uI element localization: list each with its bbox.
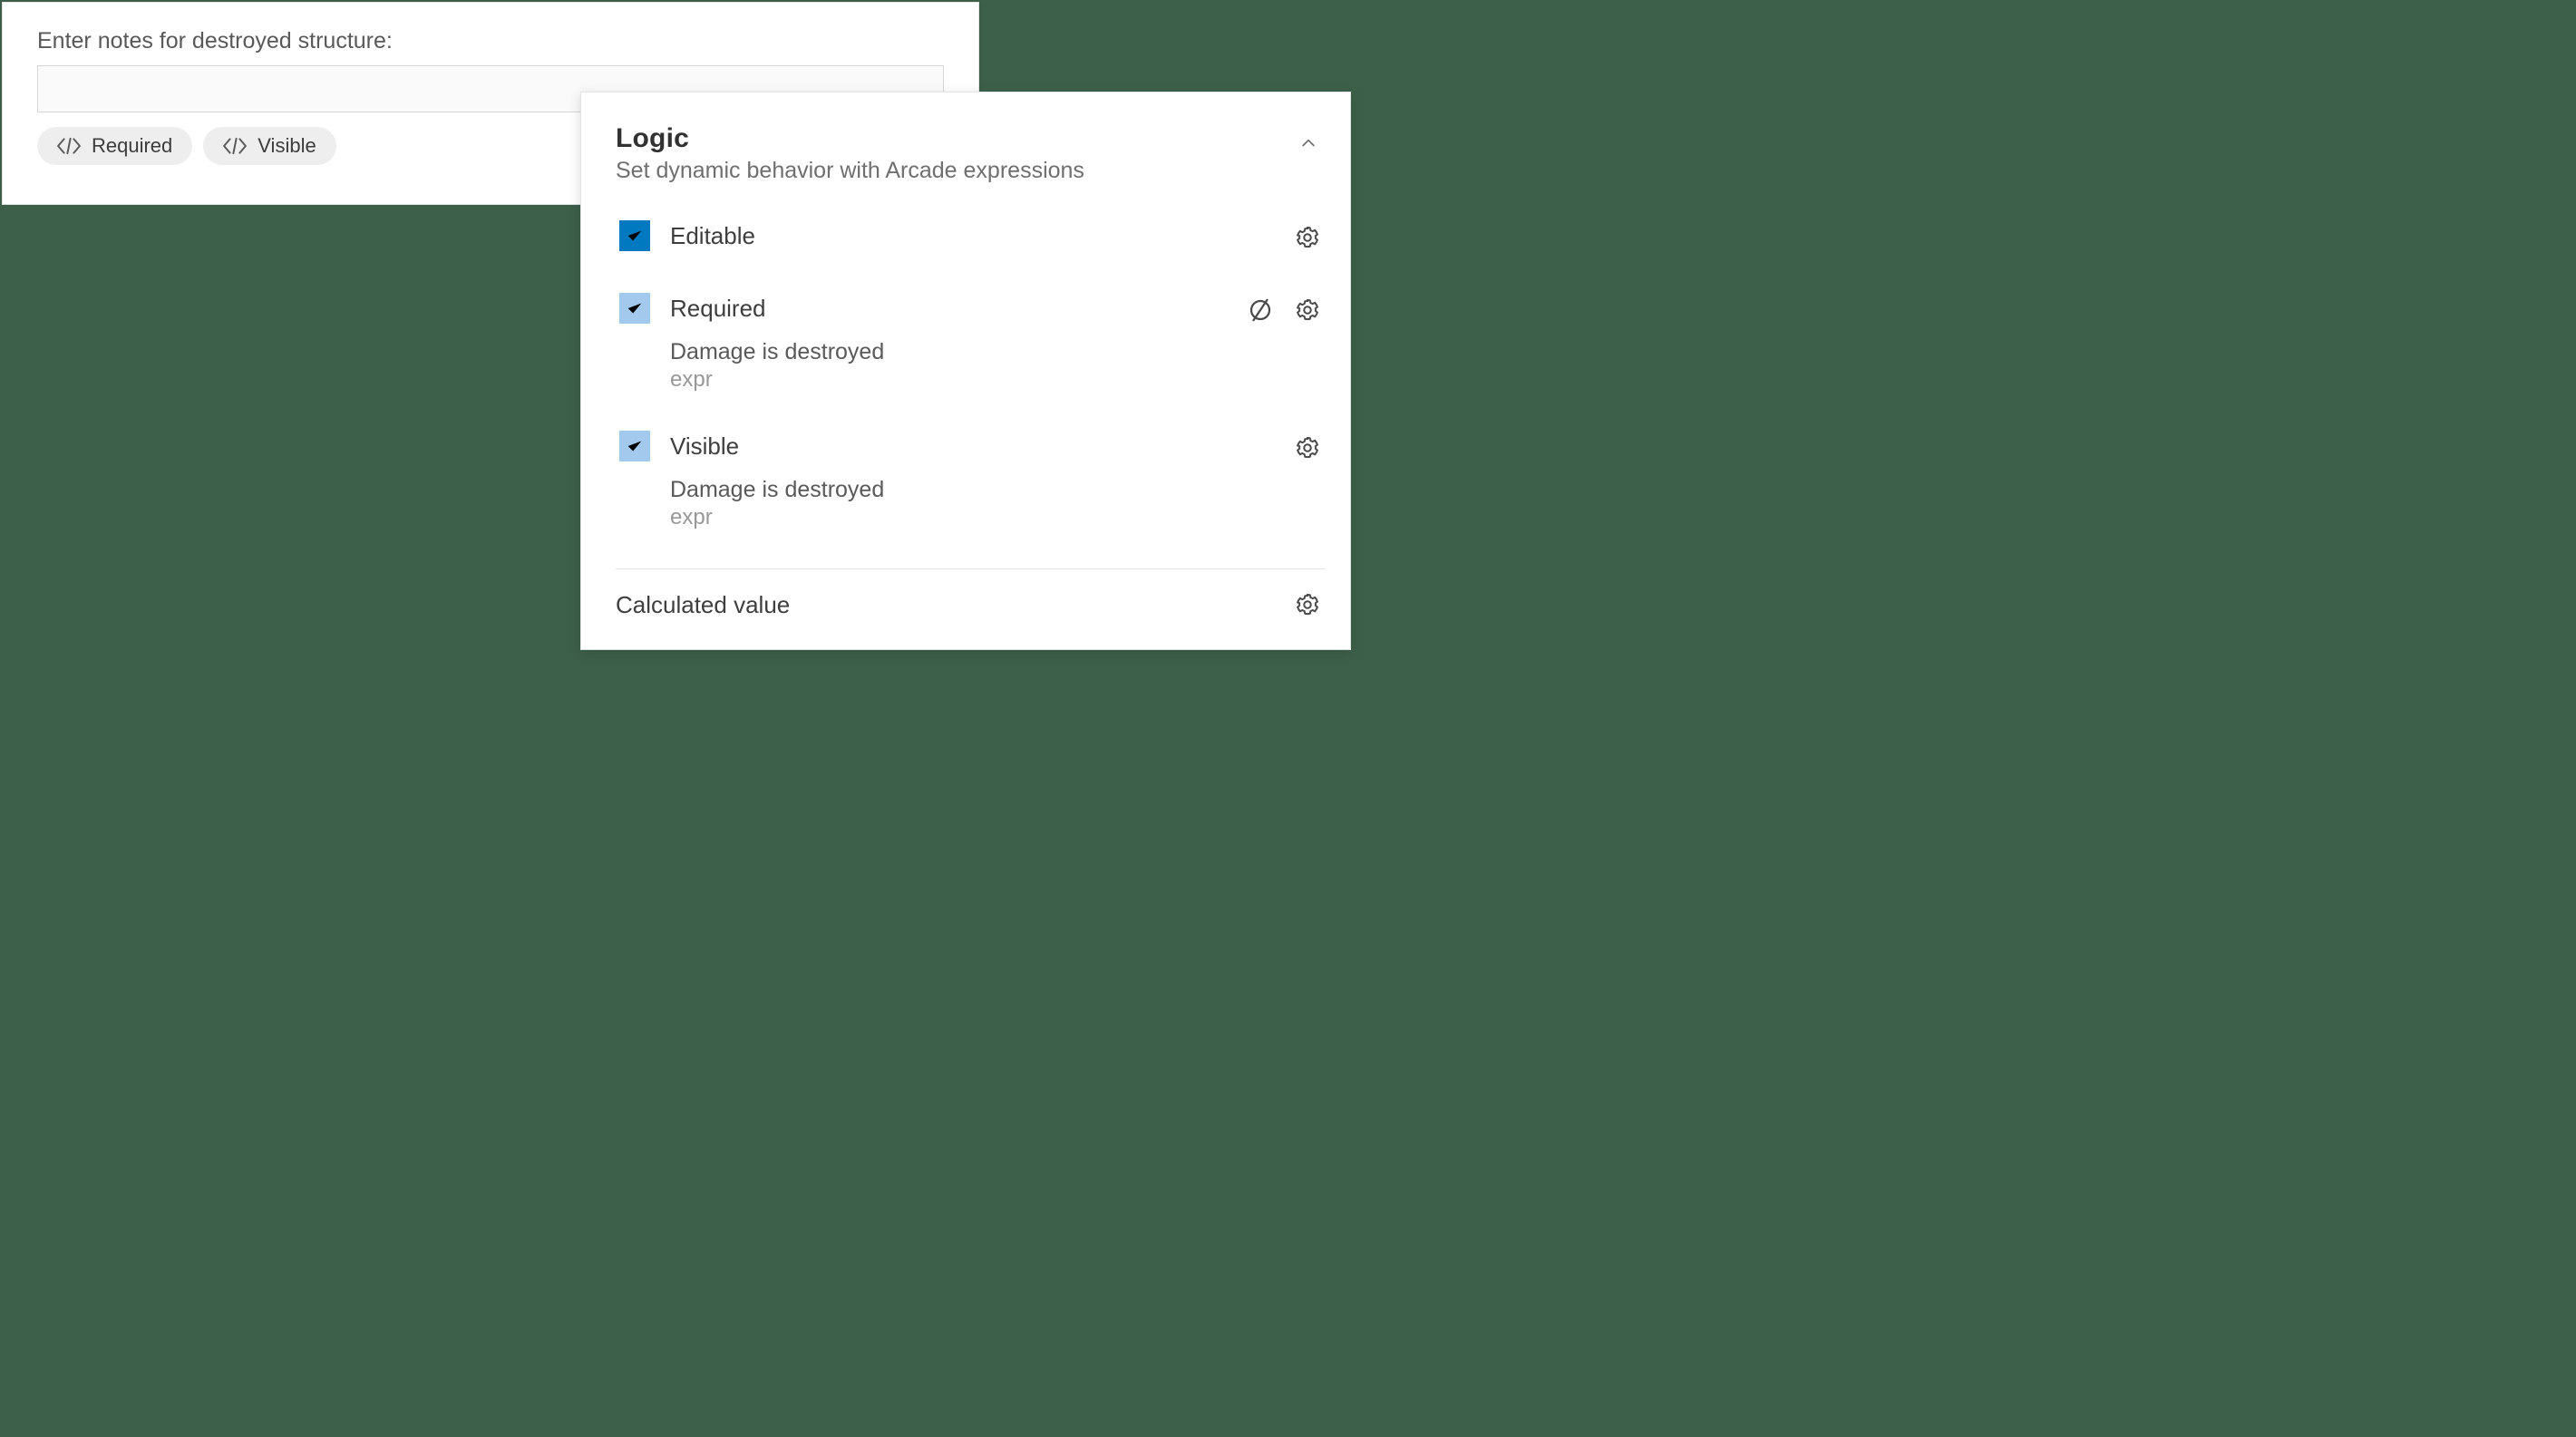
row-label: Visible <box>670 432 1290 461</box>
chip-label: Visible <box>258 134 316 158</box>
gear-icon <box>1294 224 1321 251</box>
row-label: Required <box>670 295 1243 323</box>
gear-icon <box>1294 296 1321 324</box>
settings-button-calculated[interactable] <box>1290 587 1325 622</box>
divider <box>616 568 1325 569</box>
expression-sub: expr <box>670 367 1243 393</box>
checkbox-required[interactable] <box>619 293 650 324</box>
chip-visible[interactable]: Visible <box>203 127 335 165</box>
field-label: Enter notes for destroyed structure: <box>37 28 944 54</box>
gear-icon <box>1294 434 1321 461</box>
chevron-up-icon <box>1299 134 1317 157</box>
check-icon <box>625 436 645 456</box>
checkbox-visible[interactable] <box>619 431 650 461</box>
logic-subtitle: Set dynamic behavior with Arcade express… <box>616 158 1292 184</box>
check-icon <box>625 226 645 246</box>
expression-name: Damage is destroyed <box>670 339 1243 365</box>
collapse-button[interactable] <box>1292 129 1325 161</box>
settings-button-required[interactable] <box>1290 293 1325 327</box>
expression-sub: expr <box>670 505 1290 530</box>
logic-panel: Logic Set dynamic behavior with Arcade e… <box>580 92 1351 650</box>
expression-name: Damage is destroyed <box>670 477 1290 503</box>
row-label: Editable <box>670 222 1290 250</box>
chip-required[interactable]: Required <box>37 127 192 165</box>
logic-row-required: Required Damage is destroyed expr <box>616 282 1325 403</box>
chip-label: Required <box>92 134 172 158</box>
calculated-value-label: Calculated value <box>616 591 1290 619</box>
logic-row-visible: Visible Damage is destroyed expr <box>616 420 1325 541</box>
code-icon <box>223 137 247 155</box>
settings-button-visible[interactable] <box>1290 431 1325 465</box>
gear-icon <box>1294 591 1321 618</box>
calculated-value-row: Calculated value <box>616 587 1325 622</box>
check-icon <box>625 298 645 318</box>
logic-title: Logic <box>616 123 1292 154</box>
settings-button-editable[interactable] <box>1290 220 1325 255</box>
clear-expression-button[interactable] <box>1243 293 1278 327</box>
checkbox-editable[interactable] <box>619 220 650 251</box>
logic-row-editable: Editable <box>616 209 1325 266</box>
null-icon <box>1247 296 1274 324</box>
code-icon <box>57 137 81 155</box>
